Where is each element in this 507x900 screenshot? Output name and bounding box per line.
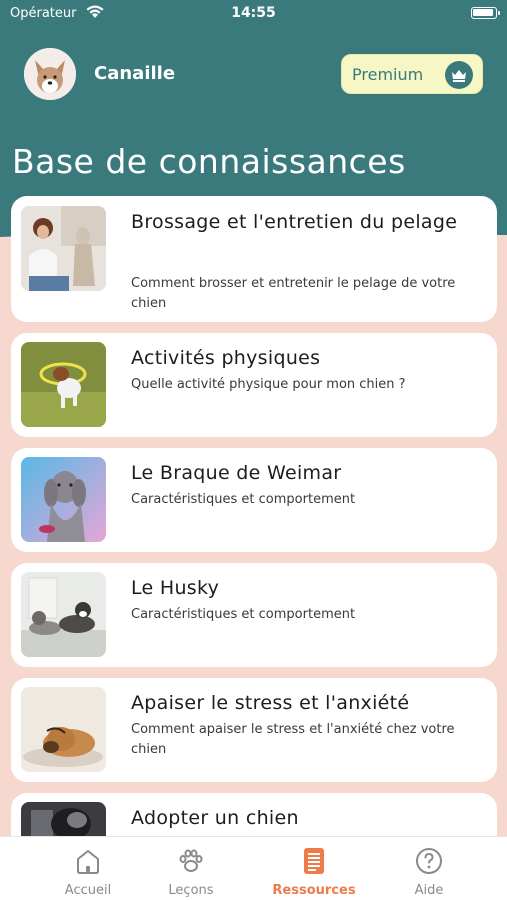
article-title: Le Braque de Weimar <box>131 462 342 484</box>
tab-lecons[interactable]: Leçons <box>141 837 241 900</box>
article-subtitle: Comment brosser et entretenir le pelage … <box>131 276 456 311</box>
article-subtitle: Comment apaiser le stress et l'anxiété c… <box>131 722 455 757</box>
user-name: Canaille <box>94 63 176 84</box>
dog-avatar-icon <box>24 48 76 100</box>
document-icon <box>304 848 324 874</box>
help-icon <box>416 848 442 874</box>
article-card[interactable]: Apaiser le stress et l'anxiété Comment a… <box>11 678 497 782</box>
tab-ressources[interactable]: Ressources <box>264 837 364 900</box>
article-subtitle: Quelle activité physique pour mon chien … <box>131 377 406 392</box>
tab-aide[interactable]: Aide <box>379 837 479 900</box>
article-card[interactable]: Brossage et l'entretien du pelage Commen… <box>11 196 497 322</box>
tab-label: Leçons <box>168 883 214 898</box>
avatar[interactable] <box>24 48 76 100</box>
article-title: Adopter un chien <box>131 807 299 829</box>
article-thumbnail <box>21 342 106 427</box>
article-subtitle: Caractéristiques et comportement <box>131 607 356 622</box>
article-thumbnail <box>21 802 106 836</box>
clock: 14:55 <box>231 5 276 21</box>
status-bar: Opérateur 14:55 <box>0 0 507 30</box>
article-title: Brossage et l'entretien du pelage <box>131 211 458 233</box>
paw-icon <box>179 849 203 872</box>
premium-label: Premium <box>352 65 424 84</box>
article-card[interactable]: Adopter un chien <box>11 793 497 836</box>
crown-icon <box>445 61 473 89</box>
article-thumbnail <box>21 572 106 657</box>
tab-label: Accueil <box>64 883 112 898</box>
tab-label: Ressources <box>272 883 356 898</box>
article-card[interactable]: Activités physiques Quelle activité phys… <box>11 333 497 437</box>
article-subtitle: Caractéristiques et comportement <box>131 492 356 507</box>
article-thumbnail <box>21 206 106 291</box>
article-card[interactable]: Le Braque de Weimar Caractéristiques et … <box>11 448 497 552</box>
page-title: Base de connaissances <box>12 142 406 181</box>
tab-accueil[interactable]: Accueil <box>38 837 138 900</box>
tab-label: Aide <box>414 883 444 898</box>
premium-button[interactable]: Premium <box>341 54 483 94</box>
tab-bar: Accueil Leçons Ressources Aide <box>0 836 507 900</box>
article-thumbnail <box>21 457 106 542</box>
article-thumbnail <box>21 687 106 772</box>
article-title: Apaiser le stress et l'anxiété <box>131 692 410 714</box>
article-list[interactable]: Brossage et l'entretien du pelage Commen… <box>11 196 497 836</box>
home-icon <box>77 850 99 874</box>
article-card[interactable]: Le Husky Caractéristiques et comportemen… <box>11 563 497 667</box>
battery-icon <box>471 7 500 19</box>
article-title: Le Husky <box>131 577 220 599</box>
article-title: Activités physiques <box>131 347 321 369</box>
